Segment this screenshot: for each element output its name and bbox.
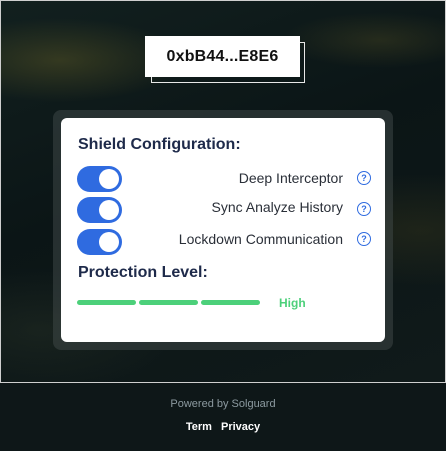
powered-by-text: Powered by Solguard — [170, 398, 276, 410]
question-circle-icon[interactable]: ? — [357, 171, 371, 185]
level-segment — [201, 300, 260, 305]
option-lockdown-communication: Lockdown Communication ? — [77, 229, 371, 255]
deep-interceptor-toggle[interactable] — [77, 166, 122, 192]
left-border — [0, 0, 1, 382]
protection-level-title: Protection Level: — [78, 264, 208, 281]
question-circle-icon[interactable]: ? — [357, 232, 371, 246]
toggle-knob — [99, 200, 119, 220]
term-link[interactable]: Term — [186, 421, 212, 433]
protection-level-value: High — [279, 296, 306, 310]
option-deep-interceptor: Deep Interceptor ? — [77, 166, 371, 192]
toggle-knob — [99, 232, 119, 252]
toggle-knob — [99, 169, 119, 189]
shield-card: Shield Configuration: Deep Interceptor ?… — [61, 118, 385, 342]
question-circle-icon[interactable]: ? — [357, 202, 371, 216]
lockdown-communication-toggle[interactable] — [77, 229, 122, 255]
wallet-address[interactable]: 0xbB44...E8E6 — [145, 36, 300, 77]
footer: Powered by Solguard Term Privacy — [0, 383, 446, 451]
option-sync-analyze-history: Sync Analyze History ? — [77, 197, 371, 223]
protection-level-meter — [77, 300, 260, 305]
top-border — [0, 0, 446, 1]
sync-analyze-history-toggle[interactable] — [77, 197, 122, 223]
option-label: Deep Interceptor — [238, 170, 343, 186]
footer-links: Term Privacy — [0, 421, 446, 433]
wallet-badge[interactable]: 0xbB44...E8E6 — [145, 36, 305, 83]
shield-config-title: Shield Configuration: — [78, 136, 241, 153]
option-label: Lockdown Communication — [178, 231, 343, 247]
option-label: Sync Analyze History — [211, 199, 344, 215]
level-segment — [77, 300, 136, 305]
level-segment — [139, 300, 198, 305]
privacy-link[interactable]: Privacy — [221, 421, 260, 433]
